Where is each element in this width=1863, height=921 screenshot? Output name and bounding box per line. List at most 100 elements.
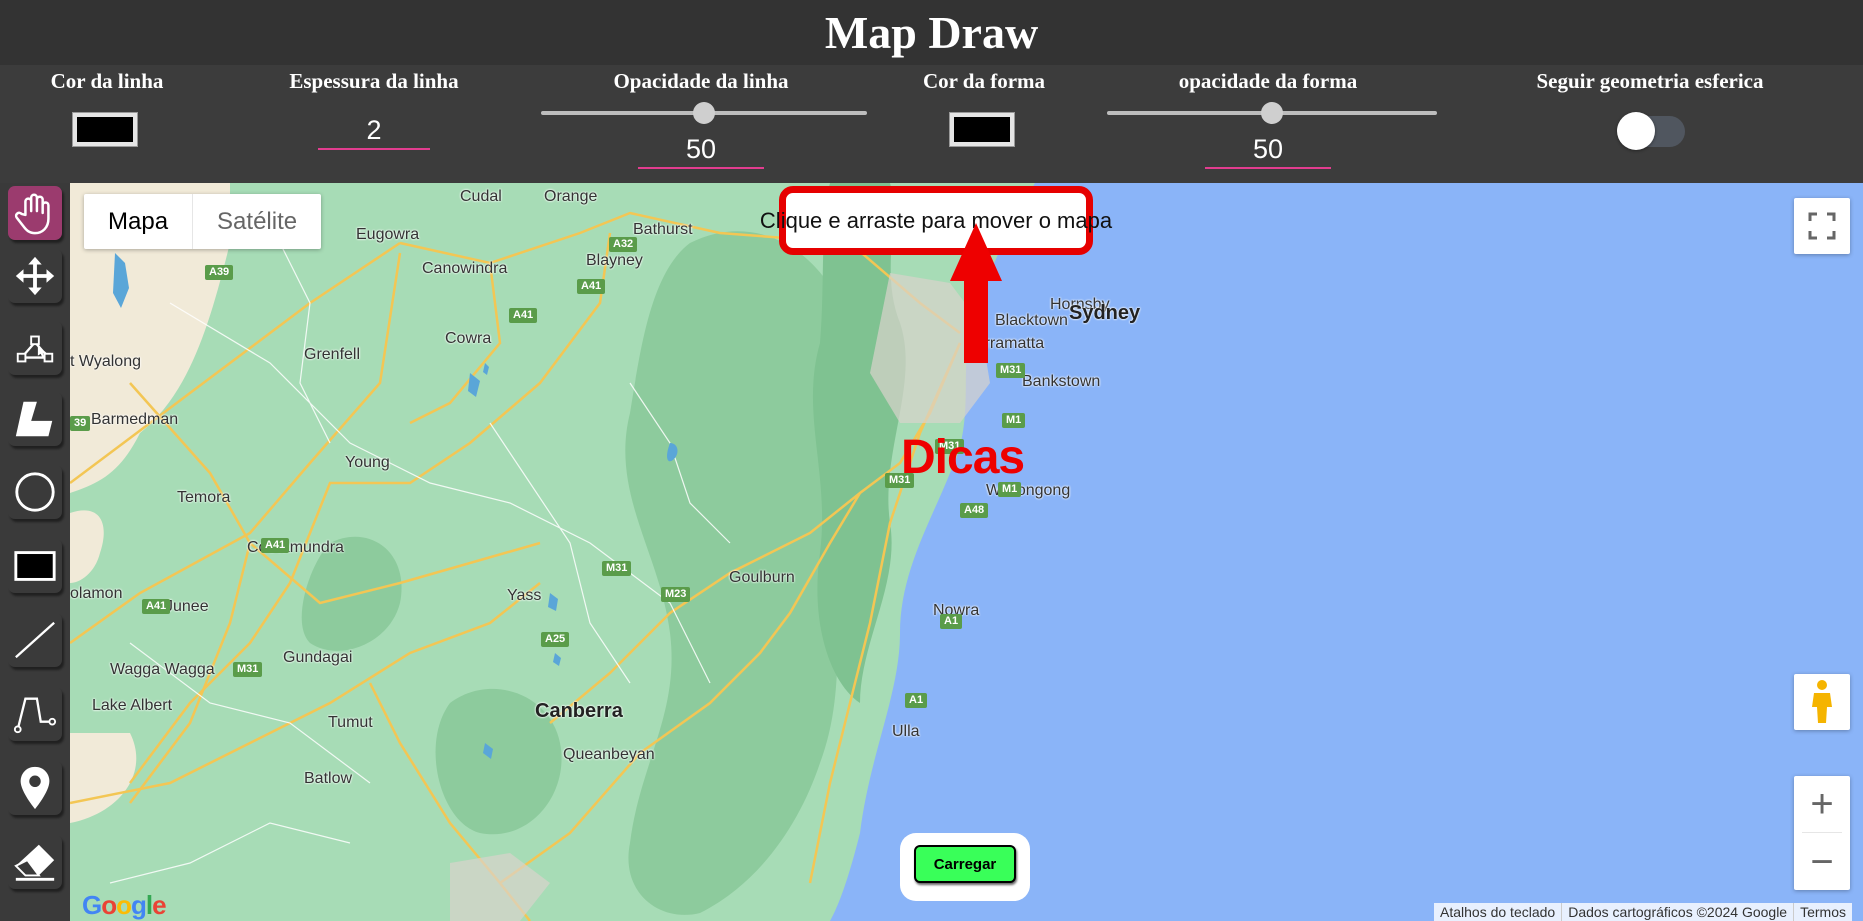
place-label: Goulburn [729, 569, 795, 586]
place-label: Temora [177, 489, 231, 506]
tool-circle[interactable] [8, 465, 62, 519]
map-pin-icon [20, 766, 50, 810]
place-label: Young [345, 454, 390, 471]
road-shield: A32 [609, 237, 638, 252]
fullscreen-button[interactable] [1794, 198, 1850, 254]
load-panel: Carregar [900, 833, 1030, 901]
shape-opacity-slider-thumb[interactable] [1261, 102, 1283, 124]
street-view-pegman-button[interactable] [1794, 674, 1850, 730]
place-label: Blacktown [995, 312, 1068, 329]
place-label-sydney: Sydney [1069, 302, 1141, 324]
toggle-knob[interactable] [1617, 112, 1655, 150]
spherical-geometry-toggle[interactable] [1617, 112, 1685, 150]
road-shield: A41 [142, 599, 171, 614]
tool-edit-vertices[interactable] [8, 321, 62, 375]
zoom-out-button[interactable]: − [1794, 834, 1850, 890]
rectangle-icon [14, 551, 56, 581]
zoom-in-button[interactable]: + [1794, 776, 1850, 832]
tool-polyline[interactable] [8, 687, 62, 741]
place-label: Lake Albert [92, 697, 173, 714]
road-shield: M1 [1002, 413, 1026, 428]
pegman-icon [1812, 680, 1832, 723]
road-shield: M31 [233, 662, 263, 677]
circle-icon [15, 472, 55, 512]
tool-eraser[interactable] [8, 835, 62, 889]
place-label: t Wyalong [70, 353, 141, 370]
hint-tooltip: Clique e arraste para mover o mapa [760, 186, 1112, 255]
place-label: Bankstown [1022, 373, 1101, 390]
move-arrows-icon [15, 256, 55, 296]
road-shield: A1 [940, 614, 963, 629]
vertex-edit-icon [16, 335, 54, 363]
line-opacity-label: Opacidade da linha [613, 69, 789, 93]
shape-opacity-label: opacidade da forma [1178, 69, 1358, 93]
tool-move[interactable] [8, 249, 62, 303]
place-label: Canowindra [422, 260, 508, 277]
terms-link[interactable]: Termos [1793, 903, 1852, 921]
place-label: olamon [70, 585, 123, 602]
road-shield: A48 [960, 503, 989, 518]
tips-label: Dicas [901, 431, 1025, 484]
place-label: Wagga Wagga [110, 661, 215, 678]
place-label: Tumut [328, 714, 373, 731]
hint-text: Clique e arraste para mover o mapa [759, 207, 1113, 233]
place-label: Eugowra [356, 226, 420, 243]
place-label: Grenfell [304, 346, 361, 363]
road-shield: A1 [905, 693, 928, 708]
road-shield: M31 [602, 561, 632, 576]
tool-polygon[interactable] [8, 392, 62, 446]
shape-color-label: Cor da forma [922, 69, 1046, 93]
zoom-control: + − [1794, 776, 1850, 890]
line-opacity-slider-thumb[interactable] [693, 102, 715, 124]
place-label: Barmedman [91, 411, 179, 428]
tool-line[interactable] [8, 613, 62, 667]
eraser-icon [14, 844, 55, 881]
shape-opacity-value[interactable]: 50 [1205, 131, 1331, 169]
google-logo: Google [82, 890, 167, 920]
arrow-up-icon [950, 223, 1002, 363]
road-shield: M31 [996, 363, 1026, 378]
spherical-geometry-label: Seguir geometria esferica [1536, 69, 1764, 93]
line-width-input[interactable]: 2 [318, 112, 430, 150]
road-shield: A41 [509, 308, 538, 323]
map-attribution: Atalhos do teclado Dados cartográficos ©… [1434, 903, 1852, 921]
hand-icon [14, 193, 50, 235]
place-label: Ulla [892, 723, 920, 740]
load-button[interactable]: Carregar [914, 845, 1016, 883]
fullscreen-icon [1808, 212, 1836, 240]
app-header: Map Draw [0, 0, 1863, 65]
place-label: Orange [544, 188, 598, 205]
place-label: Gundagai [283, 649, 353, 666]
line-opacity-slider[interactable] [541, 102, 867, 124]
tool-marker[interactable] [8, 761, 62, 815]
place-label: Queanbeyan [563, 746, 655, 763]
shape-opacity-slider[interactable] [1107, 102, 1437, 124]
place-label: Batlow [304, 770, 353, 787]
place-label: Cowra [445, 330, 492, 347]
line-color-label: Cor da linha [50, 69, 164, 93]
app-title: Map Draw [824, 7, 1039, 58]
map-canvas[interactable]: Cudal Orange Bathurst Eugowra Canowindra… [70, 183, 1863, 921]
line-icon [15, 621, 55, 659]
keyboard-shortcuts-link[interactable]: Atalhos do teclado [1434, 903, 1561, 921]
style-controls-bar: Cor da linha Espessura da linha 2 Opacid… [0, 65, 1863, 183]
map-type-satellite-button[interactable]: Satélite [193, 194, 321, 249]
shape-color-picker[interactable] [949, 112, 1015, 147]
line-width-label: Espessura da linha [289, 69, 459, 93]
tool-pan[interactable] [8, 186, 62, 240]
line-opacity-value[interactable]: 50 [638, 131, 764, 169]
map-type-control: Mapa Satélite [84, 194, 322, 249]
zoom-divider [1802, 832, 1842, 833]
road-shield: A41 [577, 279, 606, 294]
place-label: Cudal [460, 188, 502, 205]
map-data-credit: Dados cartográficos ©2024 Google [1561, 903, 1793, 921]
road-shield: A41 [261, 538, 290, 553]
road-shield: M23 [661, 587, 691, 602]
road-shield: 39 [70, 416, 91, 431]
line-color-picker[interactable] [72, 112, 138, 147]
tool-rectangle[interactable] [8, 539, 62, 593]
map-type-map-button[interactable]: Mapa [84, 194, 194, 249]
place-label: Junee [165, 598, 209, 615]
place-label: Yass [507, 587, 542, 604]
place-label-canberra: Canberra [535, 700, 623, 722]
